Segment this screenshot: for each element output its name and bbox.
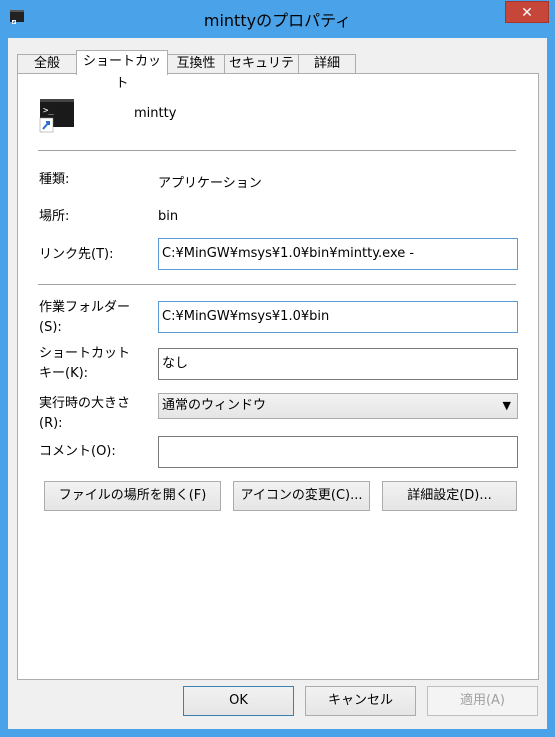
ok-button[interactable]: OK [183, 686, 294, 716]
shortcut-name: mintty [134, 106, 177, 121]
tab-details[interactable]: 詳細 [298, 54, 356, 74]
cancel-button[interactable]: キャンセル [305, 686, 416, 716]
start-in-label: 作業フォルダー(S): [39, 300, 131, 335]
advanced-button[interactable]: 詳細設定(D)... [382, 481, 517, 511]
hotkey-field[interactable]: なし [158, 348, 518, 380]
close-button[interactable]: ✕ [505, 1, 549, 23]
target-label: リンク先(T): [39, 247, 114, 262]
type-label: 種類: [39, 172, 70, 187]
window-title: minttyのプロパティ [203, 11, 352, 30]
title-bar[interactable]: minttyのプロパティ ✕ [0, 0, 555, 38]
tab-general[interactable]: 全般 [17, 54, 77, 74]
separator [38, 150, 516, 151]
target-field[interactable]: C:¥MinGW¥msys¥1.0¥bin¥mintty.exe - [158, 238, 518, 270]
open-file-location-button[interactable]: ファイルの場所を開く(F) [44, 481, 221, 511]
change-icon-button[interactable]: アイコンの変更(C)... [233, 481, 370, 511]
properties-window: minttyのプロパティ ✕ 全般 ショートカット 互換性 セキュリティ 詳細 … [0, 0, 555, 737]
run-size-select[interactable]: 通常のウィンドウ ▼ [158, 393, 518, 419]
location-label: 場所: [39, 209, 70, 224]
comment-label: コメント(O): [39, 444, 116, 459]
hotkey-label: ショートカットキー(K): [39, 346, 131, 381]
svg-text:>_: >_ [43, 106, 54, 116]
chevron-down-icon: ▼ [502, 399, 511, 412]
run-size-value: 通常のウィンドウ [162, 398, 267, 413]
tab-shortcut[interactable]: ショートカット [76, 50, 168, 91]
tab-compatibility[interactable]: 互換性 [167, 54, 225, 74]
separator [38, 284, 516, 285]
close-icon: ✕ [521, 5, 533, 21]
terminal-icon: >_ [39, 99, 74, 133]
tab-security[interactable]: セキュリティ [224, 54, 299, 89]
location-value: bin [158, 209, 179, 224]
apply-button[interactable]: 適用(A) [427, 686, 538, 716]
type-value: アプリケーション [158, 176, 262, 191]
comment-field[interactable] [158, 436, 518, 468]
shortcut-panel: >_ mintty 種類: アプリケーション 場所: bin リンク先(T): … [17, 73, 539, 680]
dialog-client: 全般 ショートカット 互換性 セキュリティ 詳細 >_ mintty 種類: ア… [8, 38, 547, 729]
start-in-field[interactable]: C:¥MinGW¥msys¥1.0¥bin [158, 301, 518, 333]
run-size-label: 実行時の大きさ(R): [39, 396, 131, 431]
